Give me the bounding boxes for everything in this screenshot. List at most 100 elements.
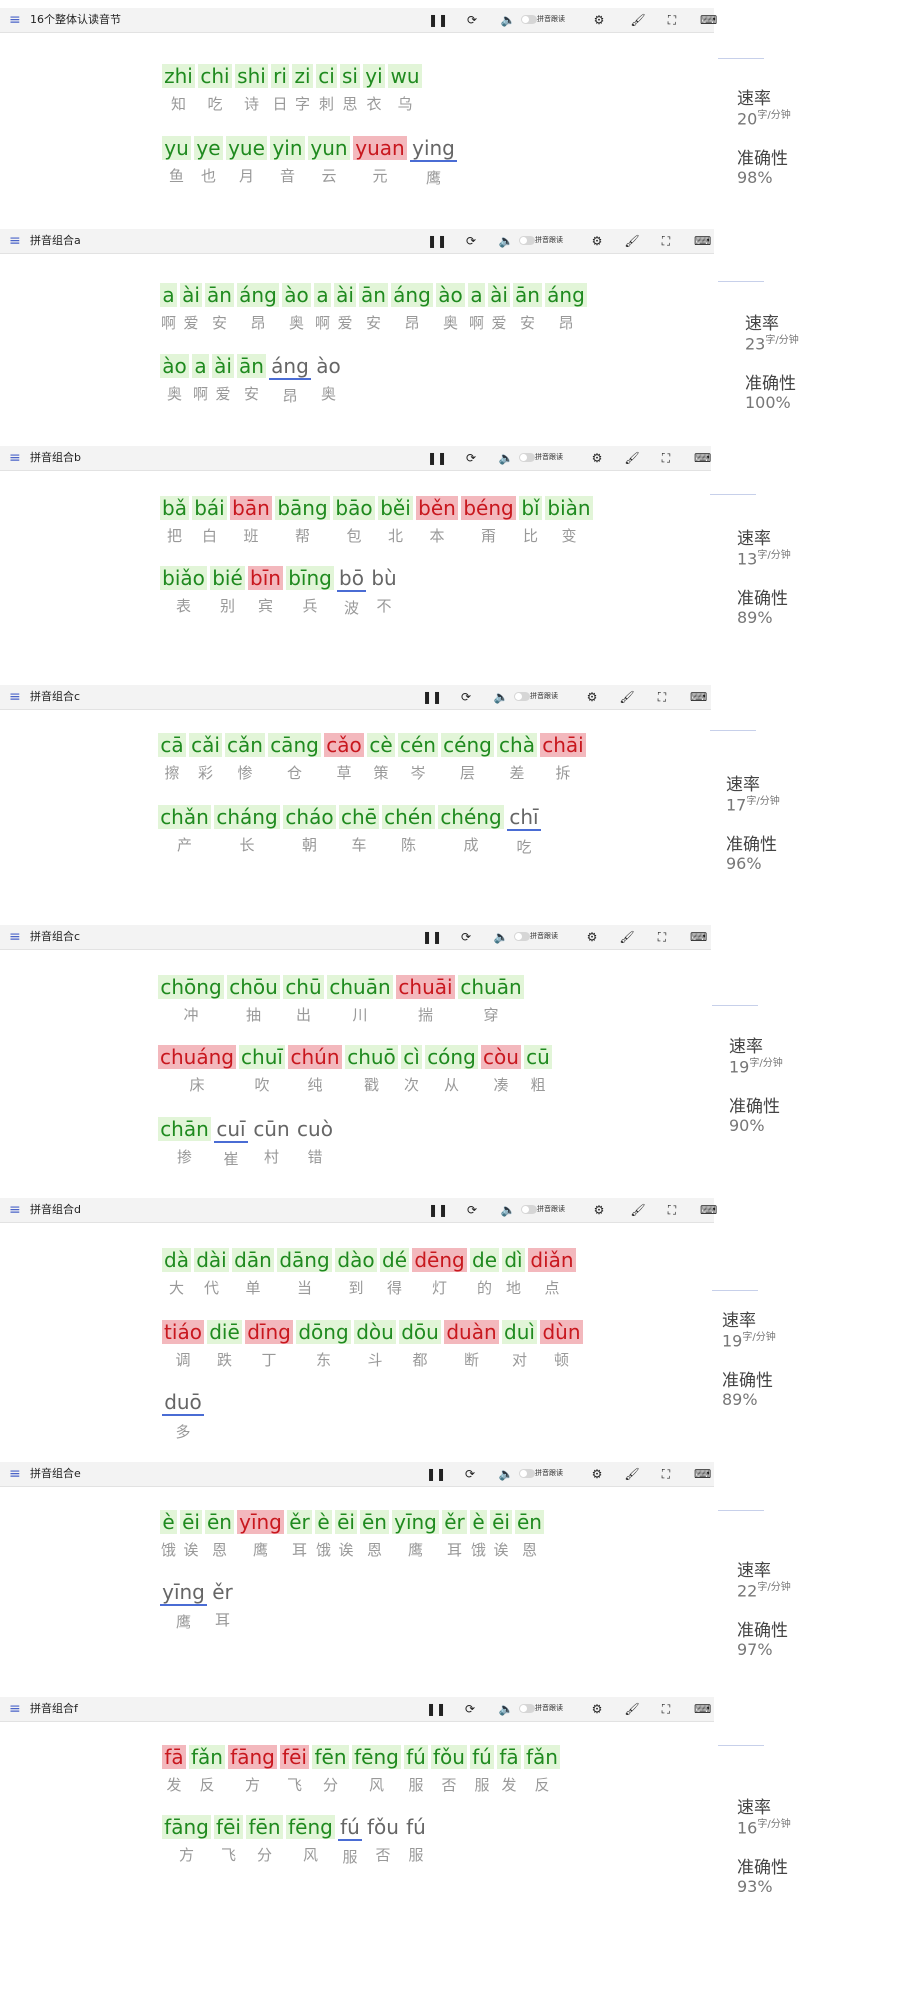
- reset-icon[interactable]: ⟳: [464, 1201, 480, 1219]
- reset-icon[interactable]: ⟳: [462, 1465, 478, 1483]
- reset-icon[interactable]: ⟳: [463, 449, 479, 467]
- syllable: yīng 鹰: [160, 1580, 207, 1631]
- keyboard-icon[interactable]: ⌨: [694, 232, 711, 250]
- menu-icon[interactable]: ≡: [9, 928, 21, 946]
- keyboard-icon[interactable]: ⌨: [694, 1465, 711, 1483]
- settings-gear-icon[interactable]: ⚙: [584, 688, 600, 706]
- menu-icon[interactable]: ≡: [9, 1700, 21, 1718]
- brush-icon[interactable]: 🖌: [619, 688, 635, 706]
- brush-icon[interactable]: 🖌: [630, 1201, 646, 1219]
- reset-icon[interactable]: ⟳: [463, 232, 479, 250]
- speaker-icon[interactable]: 🔈: [500, 1201, 516, 1219]
- speaker-icon[interactable]: 🔈: [493, 928, 509, 946]
- brush-icon[interactable]: 🖌: [619, 928, 635, 946]
- fullscreen-icon[interactable]: ⛶: [658, 449, 674, 467]
- reset-icon[interactable]: ⟳: [458, 928, 474, 946]
- hanzi-text: 到: [348, 1279, 364, 1297]
- settings-gear-icon[interactable]: ⚙: [591, 11, 607, 29]
- accuracy-label: 准确性: [737, 149, 788, 169]
- fullscreen-icon[interactable]: ⛶: [654, 928, 670, 946]
- hanzi-text: 飞: [286, 1776, 302, 1794]
- fullscreen-icon[interactable]: ⛶: [658, 232, 674, 250]
- keyboard-icon[interactable]: ⌨: [690, 928, 707, 946]
- brush-icon[interactable]: 🖌: [624, 1465, 640, 1483]
- hanzi-text: 长: [239, 836, 255, 854]
- menu-icon[interactable]: ≡: [9, 688, 21, 706]
- brush-icon[interactable]: 🖌: [624, 449, 640, 467]
- menu-icon[interactable]: ≡: [9, 1465, 21, 1483]
- settings-gear-icon[interactable]: ⚙: [591, 1201, 607, 1219]
- hanzi-text: 大: [168, 1279, 184, 1297]
- read-toggle[interactable]: [521, 15, 537, 24]
- brush-icon[interactable]: 🖌: [624, 232, 640, 250]
- practice-panel: ≡ 拼音组合c ❚❚ ⟳ 🔈 拼音跟读 ⚙ 🖌 ⛶ ⌨ cā 擦 cǎi 彩 cǎn 惨 cāng 仓 cǎo 草 cè…: [0, 685, 900, 945]
- brush-icon[interactable]: 🖌: [624, 1700, 640, 1718]
- menu-icon[interactable]: ≡: [9, 449, 21, 467]
- speaker-icon[interactable]: 🔈: [498, 1700, 514, 1718]
- pause-icon[interactable]: ❚❚: [426, 1700, 446, 1718]
- hanzi-text: 差: [509, 764, 525, 782]
- read-toggle[interactable]: [514, 692, 530, 701]
- hanzi-text: 诶: [338, 1541, 354, 1559]
- speaker-icon[interactable]: 🔈: [498, 232, 514, 250]
- speaker-icon[interactable]: 🔈: [493, 688, 509, 706]
- read-toggle[interactable]: [519, 1469, 535, 1478]
- keyboard-icon[interactable]: ⌨: [694, 449, 711, 467]
- read-toggle[interactable]: [519, 1704, 535, 1713]
- menu-icon[interactable]: ≡: [9, 11, 21, 29]
- pause-icon[interactable]: ❚❚: [426, 1465, 446, 1483]
- reset-icon[interactable]: ⟳: [458, 688, 474, 706]
- keyboard-icon[interactable]: ⌨: [694, 1700, 711, 1718]
- pinyin-text: chún: [288, 1045, 342, 1069]
- read-toggle[interactable]: [519, 236, 535, 245]
- settings-gear-icon[interactable]: ⚙: [589, 1465, 605, 1483]
- fullscreen-icon[interactable]: ⛶: [664, 1201, 680, 1219]
- syllable: chà 差: [497, 733, 537, 782]
- pause-icon[interactable]: ❚❚: [427, 232, 447, 250]
- fullscreen-icon[interactable]: ⛶: [658, 1700, 674, 1718]
- pause-icon[interactable]: ❚❚: [422, 928, 442, 946]
- hanzi-text: 啊: [192, 385, 208, 403]
- pinyin-text: ài: [334, 283, 356, 307]
- reset-icon[interactable]: ⟳: [462, 1700, 478, 1718]
- pinyin-text: cūn: [253, 1117, 290, 1141]
- reset-icon[interactable]: ⟳: [464, 11, 480, 29]
- pause-icon[interactable]: ❚❚: [427, 449, 447, 467]
- menu-icon[interactable]: ≡: [9, 232, 21, 250]
- fullscreen-icon[interactable]: ⛶: [658, 1465, 674, 1483]
- speaker-icon[interactable]: 🔈: [500, 11, 516, 29]
- settings-gear-icon[interactable]: ⚙: [589, 1700, 605, 1718]
- fullscreen-icon[interactable]: ⛶: [654, 688, 670, 706]
- settings-gear-icon[interactable]: ⚙: [589, 449, 605, 467]
- pinyin-text: yi: [363, 64, 385, 88]
- hanzi-text: 波: [343, 599, 359, 617]
- read-toggle[interactable]: [519, 453, 535, 462]
- syllable: cǎi 彩: [189, 733, 222, 782]
- hanzi-text: 丁: [261, 1351, 277, 1369]
- brush-icon[interactable]: 🖌: [630, 11, 646, 29]
- pause-icon[interactable]: ❚❚: [428, 11, 448, 29]
- hanzi-text: 的: [476, 1279, 492, 1297]
- hanzi-text: 鹰: [175, 1613, 191, 1631]
- fullscreen-icon[interactable]: ⛶: [664, 11, 680, 29]
- keyboard-icon[interactable]: ⌨: [690, 688, 707, 706]
- settings-gear-icon[interactable]: ⚙: [584, 928, 600, 946]
- syllable: áng 昂: [545, 283, 587, 332]
- hanzi-text: 点: [544, 1279, 560, 1297]
- syllable: ào 奥: [160, 354, 189, 403]
- settings-gear-icon[interactable]: ⚙: [589, 232, 605, 250]
- syllable: dà 大: [162, 1248, 191, 1297]
- speaker-icon[interactable]: 🔈: [498, 1465, 514, 1483]
- read-toggle[interactable]: [521, 1205, 537, 1214]
- hanzi-text: 奥: [442, 314, 458, 332]
- pause-icon[interactable]: ❚❚: [428, 1201, 448, 1219]
- keyboard-icon[interactable]: ⌨: [700, 11, 717, 29]
- speaker-icon[interactable]: 🔈: [498, 449, 514, 467]
- keyboard-icon[interactable]: ⌨: [700, 1201, 717, 1219]
- read-toggle[interactable]: [514, 932, 530, 941]
- pause-icon[interactable]: ❚❚: [422, 688, 442, 706]
- syllable: ci 刺: [316, 64, 337, 113]
- menu-icon[interactable]: ≡: [9, 1201, 21, 1219]
- hanzi-text: 安: [365, 314, 381, 332]
- pinyin-text: ài: [212, 354, 234, 378]
